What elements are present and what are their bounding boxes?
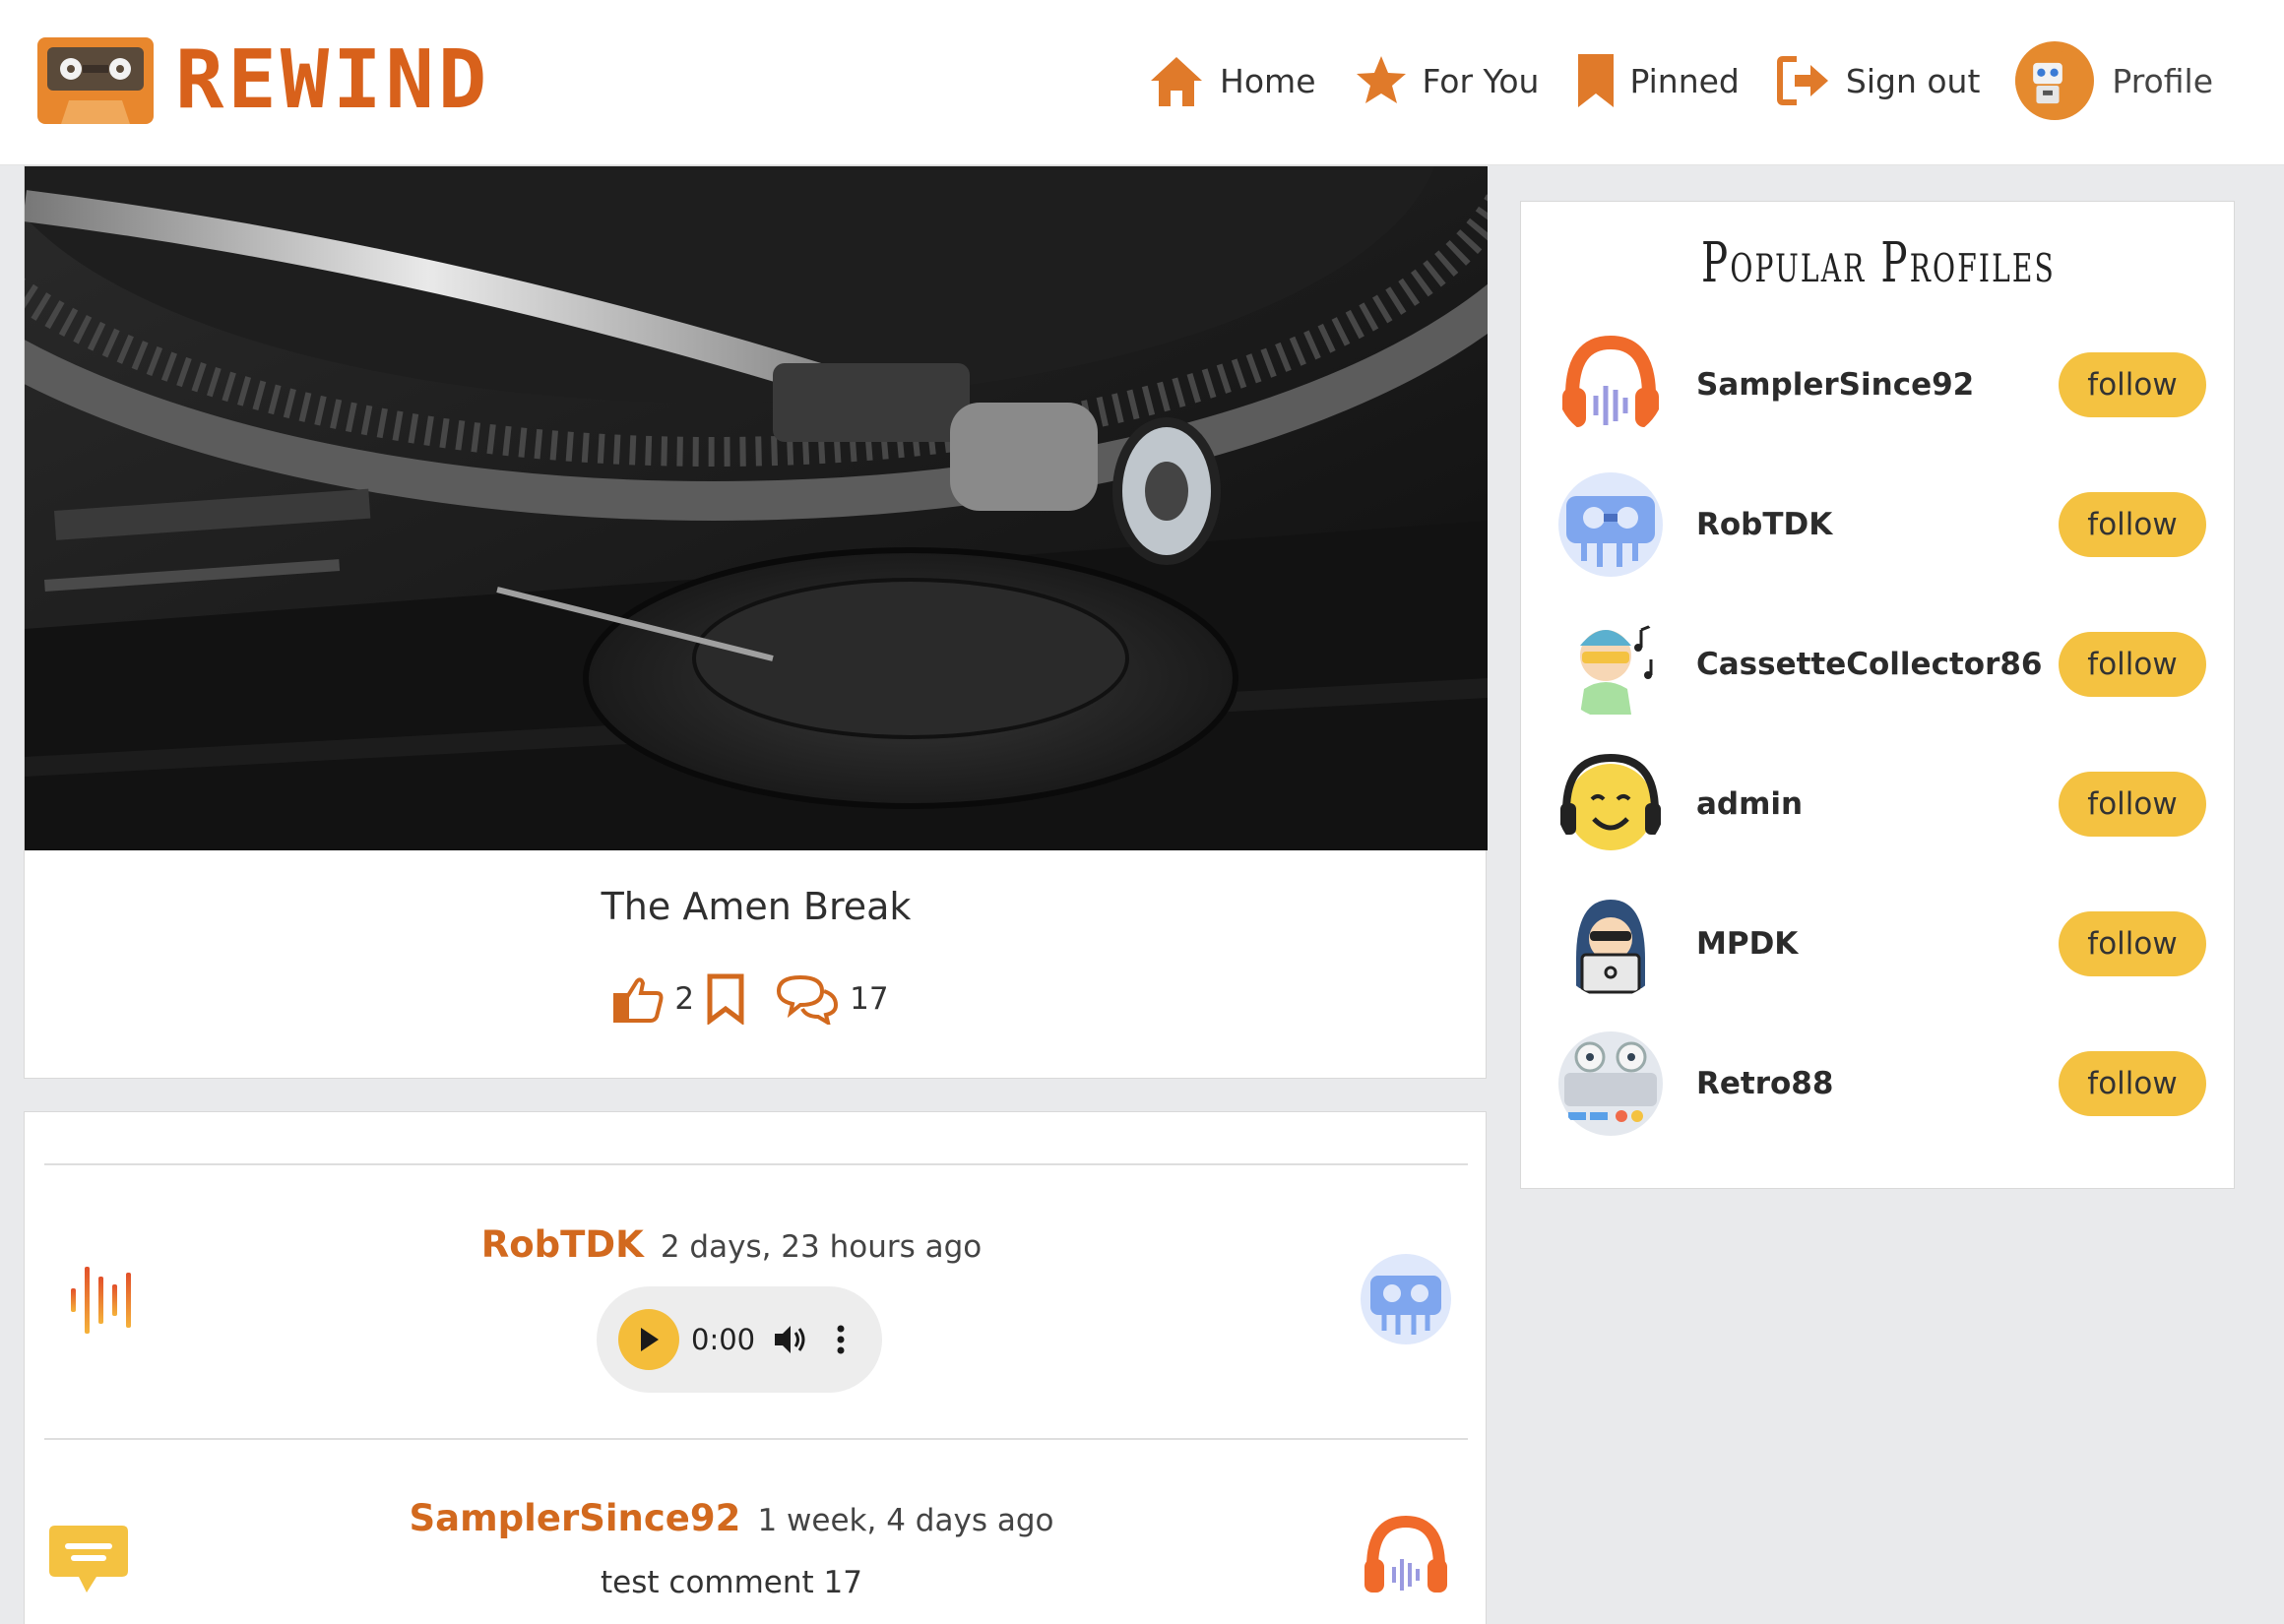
brand-name: REWIND [175,33,491,127]
nav-profile[interactable]: Profile [2015,41,2213,120]
nav-pinned-label: Pinned [1629,61,1740,100]
nav-for-you-label: For You [1422,61,1540,100]
follow-button[interactable]: follow [2059,911,2206,976]
nav-profile-label: Profile [2112,61,2213,100]
retro-device-avatar-icon[interactable] [1556,1030,1665,1138]
profile-name[interactable]: SamplerSince92 [1696,367,2059,403]
turntable-image[interactable] [25,166,1488,850]
profile-row: CassetteCollector86 follow [1556,610,2206,718]
nav-sign-out[interactable]: Sign out [1776,55,1981,106]
post-card[interactable]: The Amen Break 2 17 [24,165,1488,1079]
popular-profiles-title: Popular Profiles [1701,231,2056,295]
volume-icon[interactable] [773,1324,806,1355]
profile-row: RobTDK follow [1556,470,2206,579]
robtdk-avatar-icon[interactable] [1359,1252,1453,1346]
post-actions: 2 17 [25,973,1488,1025]
headphones-avatar-icon[interactable] [1556,331,1665,439]
robot-avatar-icon [2015,41,2095,120]
cassette-robot-avatar-icon[interactable] [1556,470,1665,579]
dj-avatar-icon[interactable] [1556,610,1665,718]
hacker-avatar-icon[interactable] [1556,890,1665,998]
home-icon [1151,57,1203,106]
comment-header: SamplerSince92 1 week, 4 days ago [0,1497,1463,1539]
navbar: REWIND Home For You Pinned Sign out Prof… [0,0,2284,165]
profile-name[interactable]: RobTDK [1696,507,2059,542]
bookmark-icon [1578,54,1615,107]
follow-button[interactable]: follow [2059,352,2206,417]
nav-pinned[interactable]: Pinned [1576,52,1740,109]
headphones-avatar-icon[interactable] [1359,1508,1453,1602]
comments-icon[interactable] [775,973,840,1025]
smiley-headphones-avatar-icon[interactable] [1556,750,1665,858]
profile-row: MPDK follow [1556,890,2206,998]
follow-button[interactable]: follow [2059,492,2206,557]
profile-name[interactable]: Retro88 [1696,1066,2059,1101]
chat-bubble-icon[interactable] [47,1524,130,1596]
follow-button[interactable]: follow [2059,1051,2206,1116]
follow-button[interactable]: follow [2059,632,2206,697]
comment-timestamp: 1 week, 4 days ago [757,1503,1054,1538]
comment-username[interactable]: RobTDK [481,1223,644,1266]
comment-timestamp: 2 days, 23 hours ago [660,1229,983,1265]
sign-out-icon [1776,56,1828,105]
follow-button[interactable]: follow [2059,772,2206,837]
nav-sign-out-label: Sign out [1845,61,1981,100]
post-title: The Amen Break [601,885,912,928]
comment-divider [44,1438,1468,1440]
nav-home-label: Home [1220,61,1316,100]
comment-count: 17 [850,981,889,1017]
star-icon [1356,56,1406,103]
comment-text: test comment 17 [601,1565,862,1600]
profile-row: Retro88 follow [1556,1030,2206,1138]
cassette-logo-icon [37,37,154,124]
audio-time: 0:00 [691,1323,756,1356]
main-nav: Home For You Pinned Sign out Profile [1110,35,2213,126]
like-count: 2 [674,981,695,1017]
profile-name[interactable]: CassetteCollector86 [1696,647,2059,682]
brand[interactable]: REWIND [35,33,490,128]
nav-for-you[interactable]: For You [1354,53,1540,108]
profile-row: admin follow [1556,750,2206,858]
comment-username[interactable]: SamplerSince92 [410,1497,741,1539]
play-icon [641,1328,659,1351]
audio-player[interactable]: 0:00 [597,1286,882,1393]
bookmark-outline-icon[interactable] [706,973,745,1025]
popular-profiles-card: Popular Profiles SamplerSince92 follow R… [1520,201,2235,1189]
comment-divider [44,1163,1468,1165]
profile-name[interactable]: admin [1696,786,2059,822]
play-button[interactable] [618,1309,679,1370]
profile-name[interactable]: MPDK [1696,926,2059,962]
nav-home[interactable]: Home [1147,53,1316,108]
comment-header: RobTDK 2 days, 23 hours ago [0,1223,1463,1266]
profile-row: SamplerSince92 follow [1556,331,2206,439]
more-options-icon[interactable] [836,1324,846,1355]
thumbs-up-icon[interactable] [611,975,665,1023]
audio-wave-icon [71,1267,131,1334]
